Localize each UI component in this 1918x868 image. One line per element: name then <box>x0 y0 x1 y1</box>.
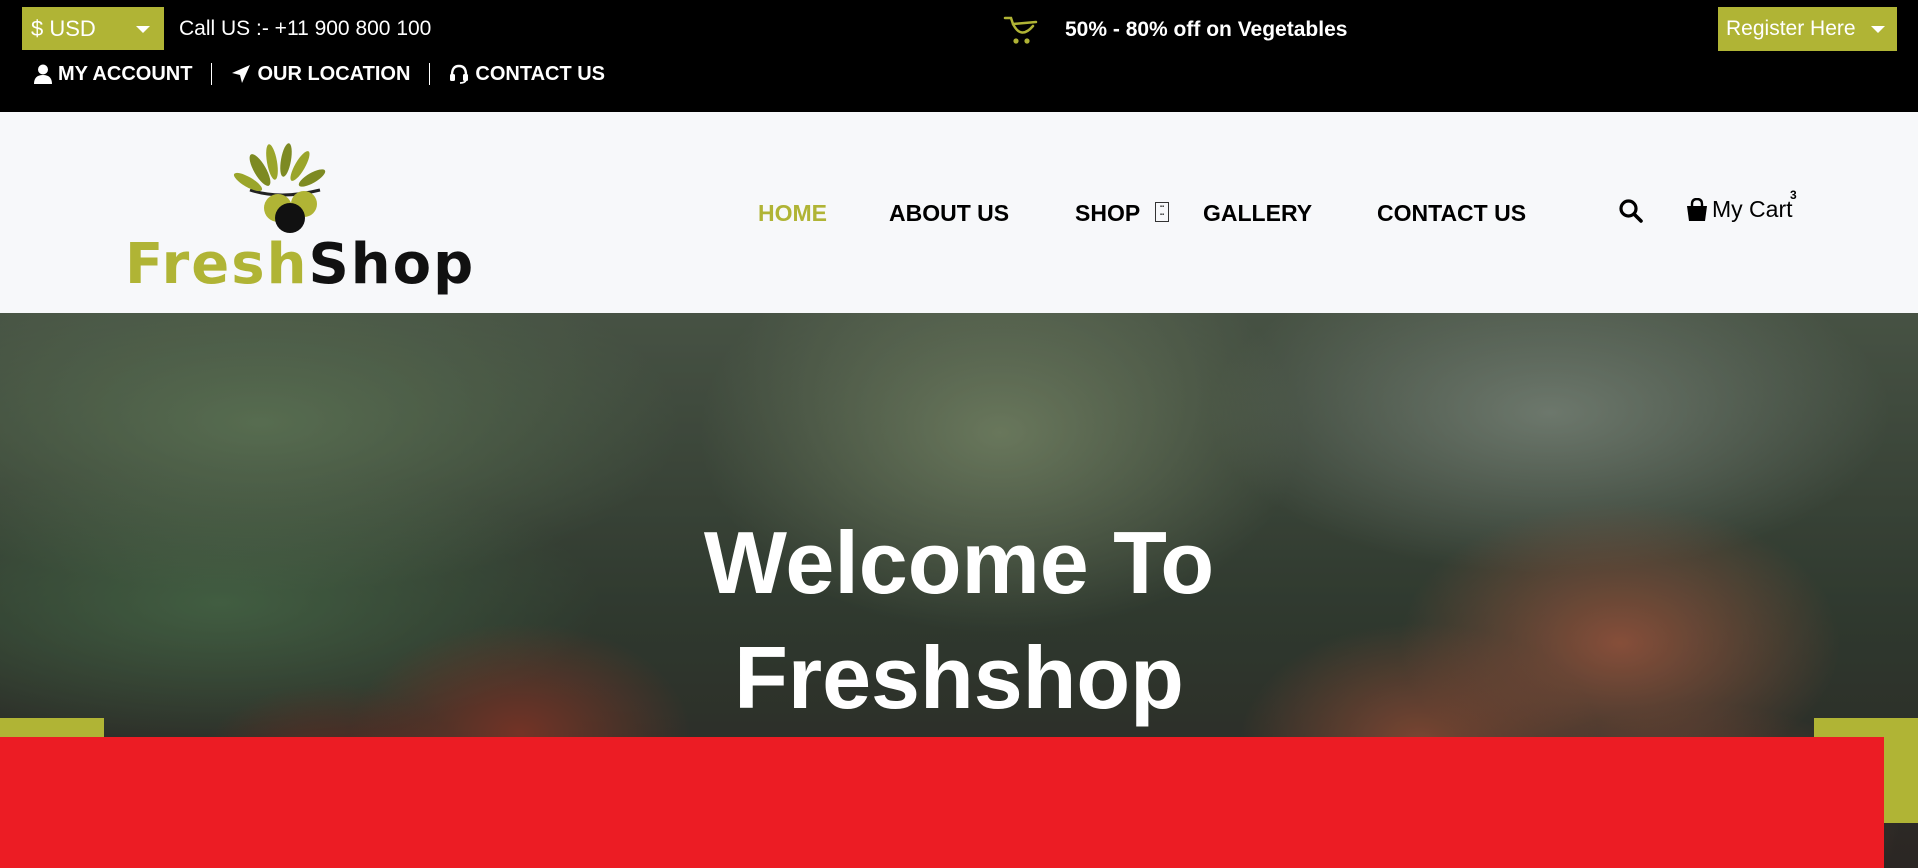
site-header: FreshShop HOME ABOUT US SHOP ▪▪ ▪▪ GALLER… <box>0 112 1918 313</box>
account-links: MY ACCOUNT OUR LOCATION CONTACT US <box>34 61 605 87</box>
call-us-text: Call US :- +11 900 800 100 <box>179 17 432 40</box>
contact-us-link[interactable]: CONTACT US <box>449 63 605 86</box>
register-button[interactable]: Register Here <box>1718 7 1897 51</box>
olive-branch-icon <box>233 143 326 233</box>
my-account-label: MY ACCOUNT <box>58 62 193 85</box>
top-bar: $ USD Call US :- +11 900 800 100 50% - 8… <box>0 0 1918 112</box>
headset-icon <box>450 64 469 84</box>
register-label: Register Here <box>1726 17 1856 40</box>
hero-title-line1: Welcome To <box>703 513 1215 612</box>
our-location-label: OUR LOCATION <box>257 62 411 85</box>
logo-fresh: Fresh <box>125 232 309 297</box>
divider <box>429 63 431 85</box>
logo-wordmark: FreshShop <box>125 232 475 297</box>
nav-gallery[interactable]: GALLERY <box>1203 200 1312 227</box>
chevron-down-icon <box>136 26 150 33</box>
nav-about-us[interactable]: ABOUT US <box>889 200 1009 227</box>
our-location-link[interactable]: OUR LOCATION <box>231 63 410 86</box>
promo-banner: 50% - 80% off on Vegetables <box>1003 12 1347 48</box>
nav-shop[interactable]: SHOP <box>1075 200 1140 227</box>
hero-title-line2: Freshshop <box>734 628 1184 727</box>
logo-shop: Shop <box>308 232 476 297</box>
cart-count-badge: 3 <box>1790 188 1797 202</box>
nav-contact-us[interactable]: CONTACT US <box>1377 200 1526 227</box>
overlay-banner <box>0 737 1884 868</box>
hero-title: Welcome To Freshshop <box>0 505 1918 735</box>
dropdown-caret-icon[interactable]: ▪▪ ▪▪ <box>1155 202 1169 222</box>
location-arrow-icon <box>232 65 251 83</box>
cart-icon <box>1003 16 1038 44</box>
my-account-link[interactable]: MY ACCOUNT <box>34 63 192 86</box>
currency-label: $ USD <box>31 16 96 41</box>
search-icon[interactable] <box>1618 198 1644 224</box>
contact-us-label: CONTACT US <box>475 62 606 85</box>
promo-text: 50% - 80% off on Vegetables <box>1065 18 1348 41</box>
divider <box>211 63 213 85</box>
chevron-down-icon <box>1871 26 1885 33</box>
user-icon <box>34 64 52 84</box>
my-cart-button[interactable]: My Cart 3 <box>1686 188 1797 223</box>
currency-select[interactable]: $ USD <box>22 7 164 50</box>
nav-home[interactable]: HOME <box>758 200 827 227</box>
shopping-bag-icon <box>1687 197 1707 221</box>
logo[interactable]: FreshShop <box>120 140 473 297</box>
cart-label: My Cart <box>1712 196 1793 222</box>
